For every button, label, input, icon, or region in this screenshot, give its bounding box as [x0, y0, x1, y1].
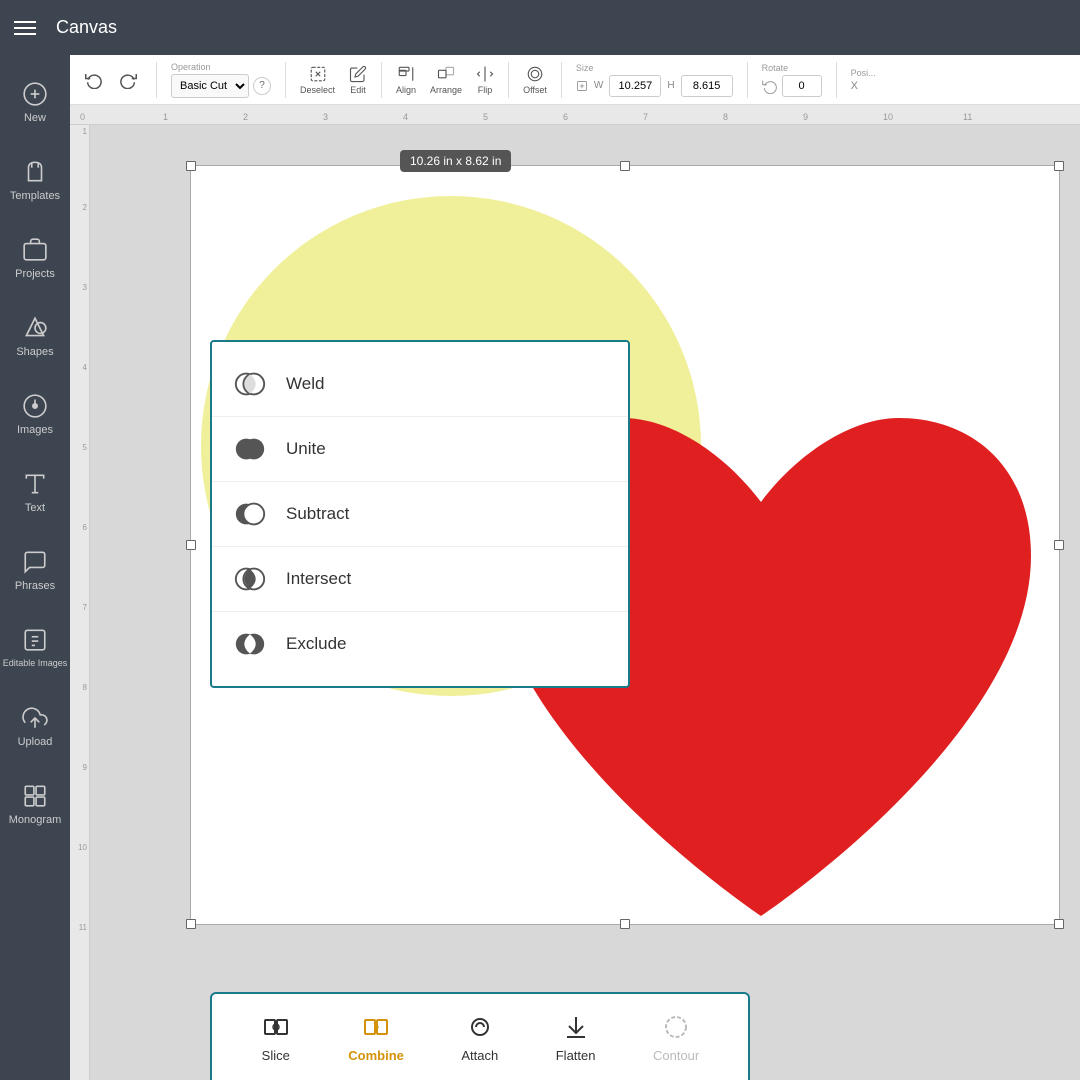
bottom-tool-attach-label: Attach	[461, 1048, 498, 1063]
menu-label-subtract: Subtract	[286, 504, 349, 524]
menu-label-exclude: Exclude	[286, 634, 346, 654]
sidebar-label-editable-images: Editable Images	[3, 658, 68, 669]
menu-item-subtract[interactable]: Subtract	[212, 482, 628, 547]
sidebar-label-shapes: Shapes	[16, 346, 53, 358]
sidebar-label-phrases: Phrases	[15, 580, 55, 592]
toolbar: Operation Basic Cut ? Deselect Edit Alig…	[70, 55, 1080, 105]
topbar: Canvas	[0, 0, 1080, 55]
bottom-tool-attach[interactable]: Attach	[461, 1012, 498, 1063]
bottom-tool-combine[interactable]: Combine	[348, 1012, 404, 1063]
menu-item-weld[interactable]: Weld	[212, 352, 628, 417]
bottom-tool-slice[interactable]: Slice	[261, 1012, 291, 1063]
sidebar-label-new: New	[24, 112, 46, 124]
size-w-input[interactable]	[609, 75, 661, 97]
edit-button[interactable]: Edit	[349, 65, 367, 95]
sidebar-item-text[interactable]: Text	[0, 453, 70, 531]
bottom-tool-combine-label: Combine	[348, 1048, 404, 1063]
menu-label-unite: Unite	[286, 439, 326, 459]
weld-icon	[232, 366, 268, 402]
deselect-button[interactable]: Deselect	[300, 65, 335, 95]
menu-label-intersect: Intersect	[286, 569, 351, 589]
sidebar-item-images[interactable]: Images	[0, 375, 70, 453]
help-button[interactable]: ?	[253, 77, 271, 95]
size-group: Size W H	[576, 63, 733, 97]
redo-button[interactable]	[114, 66, 142, 94]
sidebar-label-text: Text	[25, 502, 45, 514]
unite-icon	[232, 431, 268, 467]
flip-button[interactable]: Flip	[476, 65, 494, 95]
sidebar-item-editable-images[interactable]: Editable Images	[0, 609, 70, 687]
app-title: Canvas	[56, 17, 117, 38]
size-h-input[interactable]	[681, 75, 733, 97]
bottom-tool-contour-label: Contour	[653, 1048, 699, 1063]
menu-item-intersect[interactable]: Intersect	[212, 547, 628, 612]
sidebar-item-new[interactable]: New	[0, 63, 70, 141]
sidebar: New Templates Projects Shapes Images	[0, 55, 70, 1080]
rotate-input[interactable]	[782, 75, 822, 97]
bottom-toolbar: Slice Combine Attach Flatten Conto	[210, 992, 750, 1080]
sidebar-item-phrases[interactable]: Phrases	[0, 531, 70, 609]
context-menu: Weld Unite Subtract Int	[210, 340, 630, 688]
exclude-icon	[232, 626, 268, 662]
ruler-vertical: 1 2 3 4 5 6 7 8 9 10 11	[70, 125, 90, 1080]
menu-item-exclude[interactable]: Exclude	[212, 612, 628, 676]
align-button[interactable]: Align	[396, 65, 416, 95]
sidebar-item-upload[interactable]: Upload	[0, 687, 70, 765]
rotate-group: Rotate	[762, 63, 822, 97]
menu-label-weld: Weld	[286, 374, 324, 394]
hamburger-menu[interactable]	[14, 21, 36, 35]
undo-redo-group	[80, 66, 142, 94]
sidebar-label-monogram: Monogram	[9, 814, 62, 826]
bottom-tool-contour: Contour	[653, 1012, 699, 1063]
sidebar-label-projects: Projects	[15, 268, 55, 280]
bottom-tool-slice-label: Slice	[262, 1048, 290, 1063]
operation-select[interactable]: Basic Cut	[171, 74, 249, 98]
sidebar-item-monogram[interactable]: Monogram	[0, 765, 70, 843]
bottom-tool-flatten-label: Flatten	[556, 1048, 596, 1063]
dimension-tooltip: 10.26 in x 8.62 in	[400, 150, 511, 172]
arrange-button[interactable]: Arrange	[430, 65, 462, 95]
sidebar-label-images: Images	[17, 424, 53, 436]
operation-group: Operation Basic Cut ?	[171, 62, 271, 98]
offset-button[interactable]: Offset	[523, 65, 547, 95]
bottom-tool-flatten[interactable]: Flatten	[556, 1012, 596, 1063]
subtract-icon	[232, 496, 268, 532]
position-group: Posi... X	[851, 68, 876, 92]
ruler-horizontal: 0 1 2 3 4 5 6 7 8 9 10 11	[70, 105, 1080, 125]
menu-item-unite[interactable]: Unite	[212, 417, 628, 482]
sidebar-item-shapes[interactable]: Shapes	[0, 297, 70, 375]
undo-button[interactable]	[80, 66, 108, 94]
sidebar-item-templates[interactable]: Templates	[0, 141, 70, 219]
sidebar-label-upload: Upload	[18, 736, 53, 748]
sidebar-item-projects[interactable]: Projects	[0, 219, 70, 297]
intersect-icon	[232, 561, 268, 597]
sidebar-label-templates: Templates	[10, 190, 60, 202]
